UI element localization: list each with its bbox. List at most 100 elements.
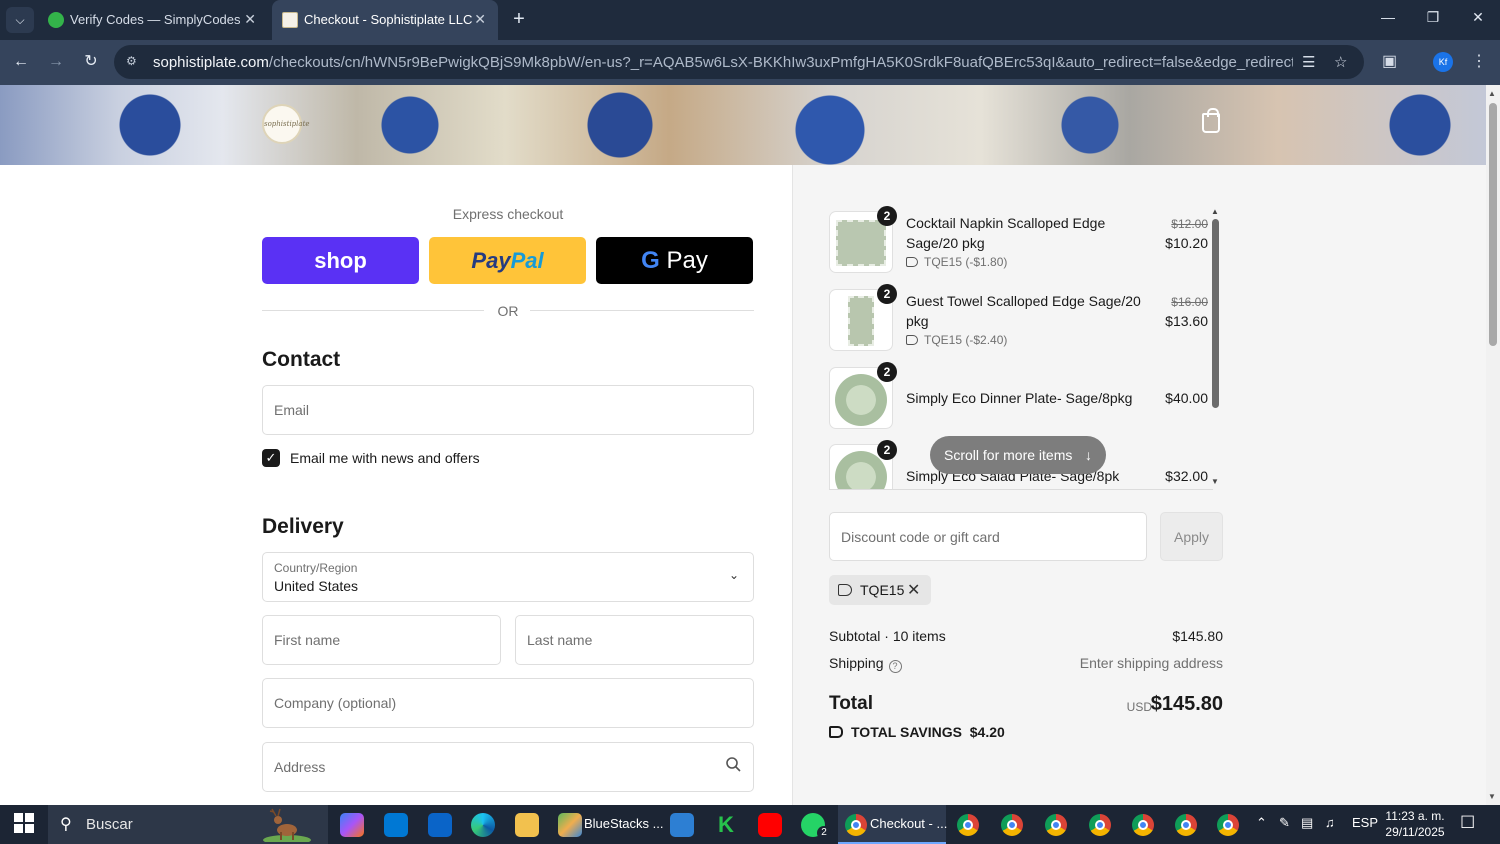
- tab-search-button[interactable]: ⌵: [6, 7, 34, 33]
- file-explorer-icon[interactable]: [515, 813, 539, 837]
- chrome-icon: [845, 814, 867, 836]
- close-icon[interactable]: ✕: [474, 11, 486, 28]
- browser-menu-icon[interactable]: ⋮: [1471, 51, 1487, 71]
- email-field[interactable]: Email: [262, 385, 754, 435]
- new-tab-button[interactable]: +: [508, 7, 530, 31]
- total-savings: TOTAL SAVINGS $4.20: [829, 724, 1005, 740]
- shop-pay-button[interactable]: shop: [262, 237, 419, 284]
- product-discount: TQE15 (-$2.40): [906, 333, 1007, 347]
- volume-icon[interactable]: ♫: [1325, 815, 1335, 830]
- close-icon[interactable]: ✕: [244, 11, 256, 28]
- kick-icon[interactable]: K: [714, 813, 738, 837]
- help-icon[interactable]: ?: [888, 660, 902, 673]
- arrow-down-icon: ↓: [1085, 447, 1092, 463]
- chrome-profile-icon[interactable]: [1001, 814, 1023, 836]
- edge-icon[interactable]: [471, 813, 495, 837]
- minimize-icon[interactable]: —: [1373, 9, 1403, 25]
- page-scroll-up-icon[interactable]: ▲: [1488, 89, 1496, 98]
- tag-icon: [838, 584, 852, 596]
- country-select[interactable]: Country/Region United States ⌄: [262, 552, 754, 602]
- address-field[interactable]: Address: [262, 742, 754, 792]
- translate-icon[interactable]: ☰: [1302, 53, 1315, 71]
- divider: [262, 310, 484, 311]
- extensions-icon[interactable]: ▣: [1382, 51, 1397, 71]
- chrome-profile-icon[interactable]: [957, 814, 979, 836]
- google-pay-button[interactable]: G Pay: [596, 237, 753, 284]
- store-icon[interactable]: [384, 813, 408, 837]
- tab-checkout[interactable]: Checkout - Sophistiplate LLC ✕: [272, 0, 498, 40]
- back-button[interactable]: ←: [10, 51, 32, 73]
- page-scroll-down-icon[interactable]: ▼: [1488, 792, 1496, 801]
- chrome-profile-icon[interactable]: [1045, 814, 1067, 836]
- product-name: Cocktail Napkin Scalloped Edge Sage/20 p…: [906, 215, 1106, 251]
- applied-code-tag: TQE15 ✕: [829, 575, 931, 605]
- scroll-down-icon[interactable]: ▼: [1211, 477, 1219, 486]
- network-icon[interactable]: ▤: [1301, 815, 1313, 831]
- maximize-icon[interactable]: ❐: [1418, 9, 1448, 26]
- newsletter-checkbox[interactable]: ✓: [262, 449, 280, 467]
- last-name-field[interactable]: Last name: [515, 615, 754, 665]
- or-separator: OR: [497, 303, 519, 319]
- copilot-icon[interactable]: [340, 813, 364, 837]
- google-g-icon: G: [641, 247, 660, 274]
- chevron-down-icon: ⌄: [728, 568, 739, 582]
- taskbar-clock[interactable]: 11:23 a. m. 29/11/2025: [1384, 808, 1446, 840]
- first-name-placeholder: First name: [274, 632, 341, 648]
- country-value: United States: [274, 578, 359, 594]
- divider: [530, 310, 754, 311]
- item-list-scrollbar[interactable]: [1212, 219, 1219, 408]
- page-scroll-thumb[interactable]: [1489, 103, 1497, 346]
- chrome-profile-icon[interactable]: [1089, 814, 1111, 836]
- pen-icon[interactable]: ✎: [1279, 815, 1290, 831]
- notifications-icon[interactable]: ☐: [1460, 813, 1475, 833]
- address-bar[interactable]: ⚙ sophistiplate.com/checkouts/cn/hWN5r9B…: [114, 45, 1364, 79]
- chrome-profile-icon[interactable]: [1175, 814, 1197, 836]
- sophistiplate-favicon-icon: [282, 12, 298, 28]
- total-label: Total: [829, 693, 873, 714]
- clock-date: 29/11/2025: [1385, 825, 1445, 839]
- site-info-icon[interactable]: ⚙: [126, 54, 137, 68]
- address-placeholder: Address: [274, 759, 326, 775]
- forward-button[interactable]: →: [45, 51, 67, 73]
- search-icon: [726, 757, 741, 772]
- search-icon: ⚲: [60, 816, 72, 833]
- chrome-profile-icon[interactable]: [1132, 814, 1154, 836]
- first-name-field[interactable]: First name: [262, 615, 501, 665]
- clock-time: 11:23 a. m.: [1385, 809, 1445, 823]
- profile-avatar[interactable]: Kf: [1433, 52, 1453, 72]
- url-text[interactable]: sophistiplate.com/checkouts/cn/hWN5r9BeP…: [153, 54, 1293, 71]
- checkout-window-label[interactable]: Checkout - ...: [870, 816, 947, 831]
- tab-title: Checkout - Sophistiplate LLC: [304, 12, 473, 27]
- discount-code-input[interactable]: Discount code or gift card: [829, 512, 1147, 561]
- mail-icon[interactable]: [428, 813, 452, 837]
- remove-code-icon[interactable]: ✕: [907, 580, 920, 600]
- windows-start-icon[interactable]: [14, 813, 34, 833]
- bluestacks-label[interactable]: BlueStacks ...: [584, 816, 663, 831]
- newsletter-label[interactable]: Email me with news and offers: [290, 450, 480, 466]
- scroll-more-button[interactable]: Scroll for more items ↓: [930, 436, 1106, 474]
- youtube-icon[interactable]: [758, 813, 782, 837]
- whatsapp-badge: 2: [817, 826, 831, 840]
- simplycodes-favicon-icon: [48, 12, 64, 28]
- total-value: $145.80: [1150, 693, 1223, 715]
- store-banner: [0, 85, 1486, 165]
- tab-simplycodes[interactable]: Verify Codes — SimplyCodes ✕: [38, 0, 268, 40]
- close-window-icon[interactable]: ✕: [1463, 9, 1493, 26]
- shopping-bag-icon[interactable]: [1202, 108, 1220, 133]
- store-logo[interactable]: sophistiplate: [262, 104, 310, 144]
- paypal-button[interactable]: PayPal: [429, 237, 586, 284]
- chrome-profile-icon[interactable]: [1217, 814, 1239, 836]
- apply-button[interactable]: Apply: [1160, 512, 1223, 561]
- shield-app-icon[interactable]: [670, 813, 694, 837]
- tab-title: Verify Codes — SimplyCodes: [70, 12, 241, 27]
- company-field[interactable]: Company (optional): [262, 678, 754, 728]
- scroll-up-icon[interactable]: ▲: [1211, 207, 1219, 216]
- language-indicator[interactable]: ESP: [1352, 815, 1378, 830]
- tray-chevron-up-icon[interactable]: ⌃: [1256, 815, 1267, 831]
- country-label: Country/Region: [274, 561, 358, 575]
- quantity-badge: 2: [877, 440, 897, 460]
- contact-heading: Contact: [262, 348, 341, 371]
- reload-button[interactable]: ↻: [80, 51, 102, 73]
- bookmark-star-icon[interactable]: ☆: [1334, 53, 1347, 71]
- bluestacks-icon[interactable]: [558, 813, 582, 837]
